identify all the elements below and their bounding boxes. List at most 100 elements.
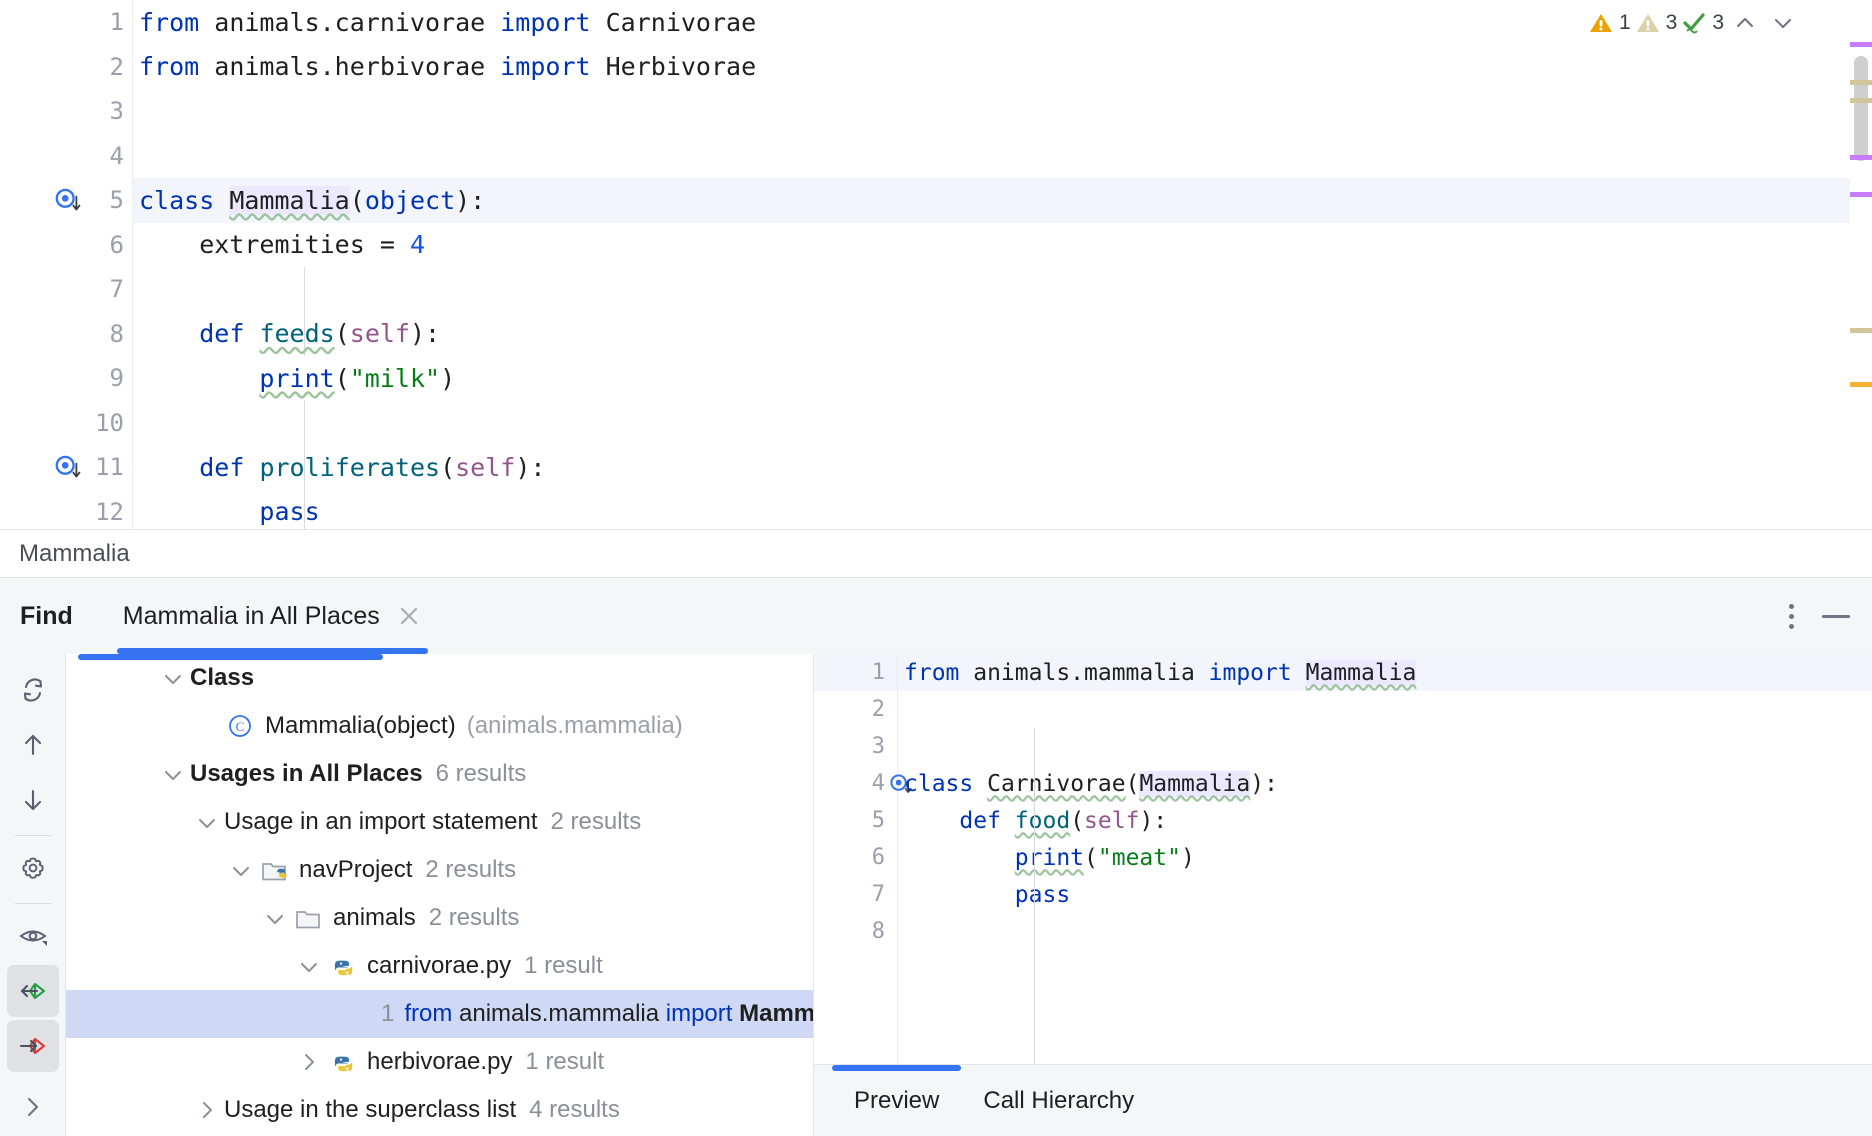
code-line[interactable]: extremities = 4 (133, 223, 1872, 268)
preview-gutter-line: 1 (814, 654, 897, 691)
code-line[interactable]: def proliferates(self): (133, 445, 1872, 490)
usage-marker-icon[interactable] (54, 186, 82, 214)
write-access-icon[interactable] (17, 1030, 49, 1062)
chevron-down-icon[interactable] (1766, 6, 1800, 40)
previous-occurrence-button[interactable] (7, 719, 59, 771)
preview-line-number: 7 (872, 882, 885, 907)
code-line[interactable] (133, 89, 1872, 134)
code-line[interactable]: pass (133, 490, 1872, 530)
preview-code-line[interactable] (898, 728, 1872, 765)
code-text (904, 882, 1015, 908)
preview-code-line[interactable] (898, 691, 1872, 728)
inspection-weak-warning[interactable]: 3 (1635, 10, 1678, 36)
code-line[interactable] (133, 134, 1872, 179)
tree-row[interactable]: Class (66, 654, 813, 702)
arrow-down-icon[interactable] (17, 784, 49, 816)
code-text: ) (440, 364, 455, 393)
refresh-icon[interactable] (17, 674, 49, 706)
tree-row[interactable]: Usage in the superclass list4 results (66, 1086, 813, 1134)
stripe-marker[interactable] (1850, 192, 1872, 197)
chevron-down-icon[interactable] (224, 856, 258, 884)
breadcrumb[interactable]: Mammalia (0, 529, 1872, 578)
editor-gutter[interactable]: 123456789101112 (0, 0, 133, 529)
chevron-right-icon[interactable] (292, 1048, 326, 1076)
settings-button[interactable] (7, 842, 59, 894)
more-options-icon[interactable] (1789, 604, 1794, 629)
chevron-down-icon[interactable] (156, 760, 190, 788)
usage-marker-icon[interactable] (54, 453, 82, 481)
preview-code-line[interactable]: from animals.mammalia import Mammalia (898, 654, 1872, 691)
tab-call-hierarchy[interactable]: Call Hierarchy (961, 1065, 1156, 1136)
code-keyword: def (959, 808, 1001, 834)
code-text: ): (410, 319, 440, 348)
tree-row[interactable]: Usages in All Places6 results (66, 750, 813, 798)
tab-preview[interactable]: Preview (832, 1065, 961, 1136)
show-write-access-button[interactable] (7, 1020, 59, 1072)
tree-row[interactable]: herbivorae.py1 result (66, 1038, 813, 1086)
inspection-checkmark[interactable]: 3 (1681, 10, 1724, 36)
inspection-widget[interactable]: 133 (1588, 6, 1800, 40)
preview-code-line[interactable]: pass (898, 876, 1872, 913)
expand-rail-button[interactable] (7, 1081, 59, 1133)
tree-row[interactable]: animals2 results (66, 894, 813, 942)
tree-row[interactable]: carnivorae.py1 result (66, 942, 813, 990)
show-read-access-button[interactable] (7, 965, 59, 1017)
chevron-down-icon[interactable] (190, 808, 224, 836)
arrow-up-icon[interactable] (17, 729, 49, 761)
tab-mammalia-in-all-places[interactable]: Mammalia in All Places (117, 578, 428, 654)
stripe-marker[interactable] (1850, 155, 1872, 160)
chevron-up-icon[interactable] (1728, 6, 1762, 40)
line-number: 7 (110, 277, 124, 301)
code-text: ) (1181, 845, 1195, 871)
tree-row[interactable]: navProject2 results (66, 846, 813, 894)
svg-text:C: C (236, 719, 245, 734)
chevron-down-icon[interactable] (156, 664, 190, 692)
code-line[interactable]: def feeds(self): (133, 312, 1872, 357)
minimize-icon[interactable] (1822, 615, 1850, 618)
code-text: animals.mammalia (959, 660, 1208, 686)
preview-code-column[interactable]: from animals.mammalia import Mammalia cla… (898, 654, 1872, 1064)
inspection-warning[interactable]: 1 (1588, 10, 1631, 36)
code-keyword: class (139, 186, 214, 215)
stripe-marker[interactable] (1850, 382, 1872, 387)
code-text (214, 186, 229, 215)
eye-icon[interactable] (17, 920, 49, 952)
rerun-search-button[interactable] (7, 664, 59, 716)
preview-code-line[interactable]: class Carnivorae(Mammalia): (898, 765, 1872, 802)
tree-row[interactable]: Usage in an import statement2 results (66, 798, 813, 846)
code-identifier: Carnivorae (987, 771, 1125, 797)
preview-code-line[interactable]: def food(self): (898, 802, 1872, 839)
stripe-marker[interactable] (1850, 328, 1872, 333)
preview-line-number: 3 (872, 734, 885, 759)
find-results-tree[interactable]: ClassCMammalia(object)(animals.mammalia)… (66, 654, 814, 1136)
read-access-icon[interactable] (17, 975, 49, 1007)
code-keyword: from (139, 8, 199, 37)
code-line[interactable]: print("milk") (133, 356, 1872, 401)
preview-code-view[interactable]: 12345678 from animals.mammalia import Ma… (814, 654, 1872, 1064)
tree-row[interactable]: CMammalia(object)(animals.mammalia) (66, 702, 813, 750)
editor-scrollbar-thumb[interactable] (1854, 56, 1868, 161)
preview-line-number: 2 (872, 697, 885, 722)
chevron-right-icon[interactable] (190, 1096, 224, 1124)
editor-code-pane[interactable]: from animals.carnivorae import Carnivora… (133, 0, 1872, 529)
code-line[interactable] (133, 267, 1872, 312)
tree-row-selected[interactable]: 1from animals.mammalia import Mammalia (66, 990, 813, 1038)
preview-code-line[interactable]: print("meat") (898, 839, 1872, 876)
stripe-marker[interactable] (1850, 80, 1872, 85)
code-number: 4 (410, 230, 425, 259)
chevron-down-icon[interactable] (292, 952, 326, 980)
stripe-marker[interactable] (1850, 42, 1872, 47)
chevron-right-icon[interactable] (17, 1091, 49, 1123)
code-editor[interactable]: 123456789101112 from animals.carnivorae … (0, 0, 1872, 529)
preview-usages-button[interactable] (7, 910, 59, 962)
preview-code-line[interactable] (898, 913, 1872, 950)
gear-icon[interactable] (17, 852, 49, 884)
close-icon[interactable] (396, 603, 422, 629)
stripe-marker[interactable] (1850, 98, 1872, 103)
code-line[interactable] (133, 401, 1872, 446)
code-line[interactable]: class Mammalia(object): (133, 178, 1872, 223)
error-stripe[interactable] (1850, 0, 1872, 529)
next-occurrence-button[interactable] (7, 774, 59, 826)
chevron-down-icon[interactable] (258, 904, 292, 932)
code-line[interactable]: from animals.herbivorae import Herbivora… (133, 45, 1872, 90)
